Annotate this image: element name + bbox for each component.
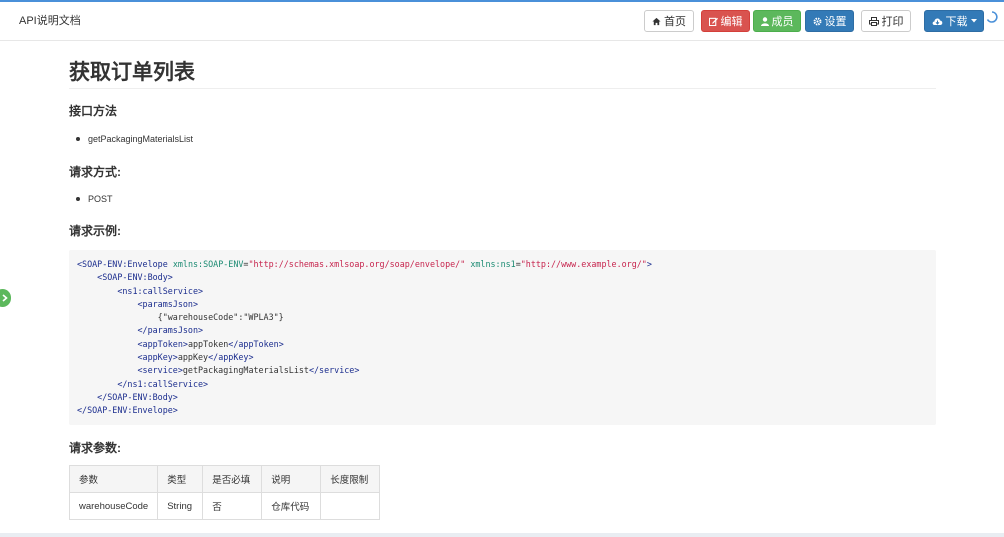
code-line: <paramsJson>: [77, 298, 199, 309]
table-cell: warehouseCode: [68, 492, 159, 520]
members-button[interactable]: 成员: [753, 10, 801, 32]
code-line: <service>getPackagingMaterialsList</serv…: [77, 365, 360, 376]
column-header: 参数: [68, 465, 159, 493]
sidebar-toggle[interactable]: [0, 289, 11, 307]
settings-button[interactable]: 设置: [805, 10, 854, 32]
bottom-border: [0, 533, 1004, 537]
title-divider: [69, 88, 936, 89]
method-list-item: getPackagingMaterialsList: [76, 134, 193, 144]
download-button-label: 下载: [945, 16, 968, 28]
column-header: 说明: [261, 465, 322, 493]
print-icon: [868, 16, 879, 26]
code-line: </paramsJson>: [77, 325, 204, 336]
params-table: 参数 类型 是否必填 说明 长度限制 warehouseCode String …: [68, 465, 381, 520]
cloud-download-icon: [932, 18, 942, 25]
code-line: <SOAP-ENV:Envelope xmlns:SOAP-ENV="http:…: [77, 259, 652, 269]
user-icon: [760, 16, 769, 26]
column-header: 是否必填: [202, 465, 263, 493]
example-heading: 请求示例:: [69, 224, 121, 238]
download-dropdown-button[interactable]: 下载: [924, 10, 984, 32]
params-heading: 请求参数:: [69, 441, 121, 455]
edit-icon: [708, 17, 718, 26]
chevron-right-icon: [2, 294, 8, 302]
code-line: </SOAP-ENV:Body>: [77, 391, 178, 402]
column-header: 长度限制: [320, 465, 381, 493]
request-type-heading: 请求方式:: [69, 165, 121, 179]
code-line: <SOAP-ENV:Body>: [77, 272, 173, 283]
spinner-icon: [986, 11, 998, 23]
home-icon: [652, 17, 661, 25]
code-line: <appToken>appToken</appToken>: [77, 338, 284, 349]
caret-down-icon: [970, 19, 977, 23]
table-cell: String: [157, 492, 204, 520]
code-line: </SOAP-ENV:Envelope>: [77, 405, 178, 416]
table-cell: 否: [202, 492, 263, 520]
method-value: getPackagingMaterialsList: [88, 134, 194, 144]
members-button-label: 成员: [771, 16, 794, 28]
edit-button-label: 编辑: [720, 16, 743, 28]
settings-button-label: 设置: [824, 16, 847, 28]
code-line: </ns1:callService>: [77, 378, 209, 389]
print-button[interactable]: 打印: [861, 10, 911, 32]
table-row: warehouseCode String 否 仓库代码: [68, 492, 381, 520]
table-cell: 仓库代码: [261, 492, 322, 520]
column-header: 类型: [157, 465, 204, 493]
home-button-label: 首页: [664, 16, 686, 28]
top-navbar: API说明文档 首页 编辑 成员 设置 打印 下载: [0, 2, 1004, 41]
bullet-dot: [76, 197, 80, 201]
code-block: <SOAP-ENV:Envelope xmlns:SOAP-ENV="http:…: [69, 250, 936, 425]
request-type-value: POST: [88, 194, 113, 204]
page-title: 获取订单列表: [69, 61, 195, 84]
request-type-list-item: POST: [76, 194, 113, 204]
gear-icon: [813, 17, 821, 25]
code-line: <ns1:callService>: [77, 285, 204, 296]
print-button-label: 打印: [881, 16, 904, 28]
table-cell: [320, 492, 381, 520]
bullet-dot: [76, 137, 80, 141]
method-heading: 接口方法: [69, 104, 118, 118]
app-title: API说明文档: [19, 15, 81, 27]
code-line: <appKey>appKey</appKey>: [77, 352, 254, 363]
code-line: {"warehouseCode":"WPLA3"}: [77, 312, 284, 323]
edit-button[interactable]: 编辑: [701, 10, 750, 32]
home-button[interactable]: 首页: [644, 10, 694, 32]
table-header-row: 参数 类型 是否必填 说明 长度限制: [68, 465, 381, 493]
